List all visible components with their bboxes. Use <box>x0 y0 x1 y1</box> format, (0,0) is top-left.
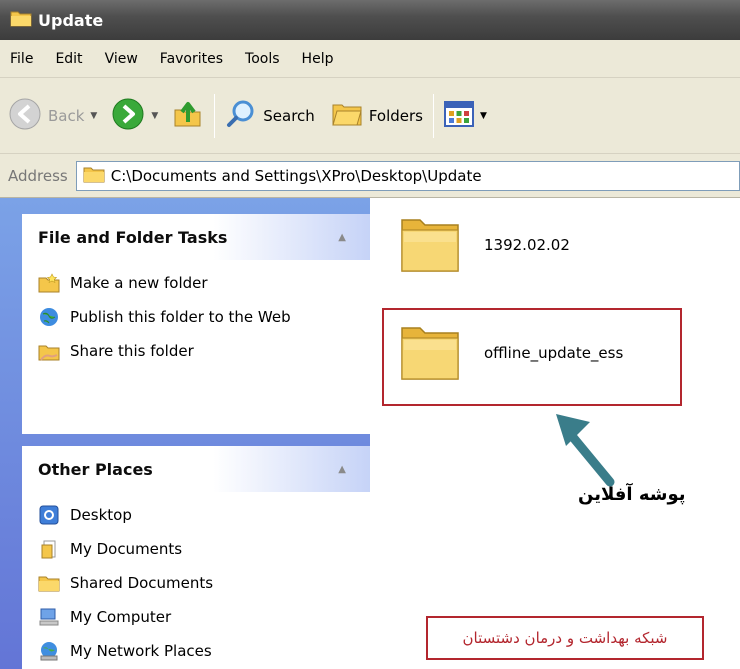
window-title: Update <box>38 10 104 30</box>
share-folder-icon <box>38 340 60 362</box>
folder-item[interactable]: 1392.02.02 <box>398 210 570 280</box>
folder-icon <box>83 165 105 187</box>
menu-help[interactable]: Help <box>302 51 334 67</box>
back-label: Back <box>48 106 85 125</box>
address-label: Address <box>8 166 68 185</box>
folders-icon <box>331 99 363 133</box>
folder-icon <box>10 9 32 31</box>
address-field[interactable]: C:\Documents and Settings\XPro\Desktop\U… <box>75 160 740 191</box>
title-bar[interactable]: Update <box>0 0 740 40</box>
task-label: Publish this folder to the Web <box>70 308 291 326</box>
network-places-icon <box>38 640 60 662</box>
search-label: Search <box>263 106 315 125</box>
my-computer-icon <box>38 606 60 628</box>
toolbar-divider <box>214 93 216 138</box>
search-icon <box>225 98 257 134</box>
publish-web-icon <box>38 306 60 328</box>
forward-button[interactable]: ▼ <box>111 97 158 135</box>
task-share-folder[interactable]: Share this folder <box>38 334 370 368</box>
place-desktop[interactable]: Desktop <box>38 498 370 532</box>
panel-title: Other Places <box>38 459 153 479</box>
address-value: C:\Documents and Settings\XPro\Desktop\U… <box>110 166 482 185</box>
place-label: Desktop <box>70 506 132 524</box>
task-label: Make a new folder <box>70 274 208 292</box>
file-folder-tasks-panel: File and Folder Tasks ▲ Make a new folde… <box>22 214 370 434</box>
folder-name: 1392.02.02 <box>484 236 570 254</box>
menu-view[interactable]: View <box>105 51 138 67</box>
panel-header[interactable]: Other Places ▲ <box>22 446 370 492</box>
menu-bar: File Edit View Favorites Tools Help <box>0 40 740 78</box>
panel-header[interactable]: File and Folder Tasks ▲ <box>22 214 370 260</box>
place-label: My Computer <box>70 608 172 626</box>
annotation-label: پوشه آفلاین <box>578 484 686 505</box>
task-label: Share this folder <box>70 342 194 360</box>
file-list[interactable]: 1392.02.02 offline_update_ess پوشه آفلای… <box>370 198 740 669</box>
menu-file[interactable]: File <box>10 51 33 67</box>
other-places-panel: Other Places ▲ Desktop My Documents Shar… <box>22 446 370 669</box>
address-bar: Address C:\Documents and Settings\XPro\D… <box>0 154 740 198</box>
collapse-icon[interactable]: ▲ <box>338 232 346 243</box>
search-button[interactable]: Search <box>225 98 315 134</box>
desktop-icon <box>38 504 60 526</box>
place-my-documents[interactable]: My Documents <box>38 532 370 566</box>
up-folder-button[interactable] <box>172 98 204 134</box>
folder-icon <box>398 210 462 280</box>
new-folder-icon <box>38 272 60 294</box>
place-label: Shared Documents <box>70 574 214 592</box>
chevron-down-icon[interactable]: ▼ <box>90 111 97 121</box>
place-network[interactable]: My Network Places <box>38 634 370 668</box>
chevron-down-icon[interactable]: ▼ <box>151 111 158 121</box>
back-arrow-icon <box>8 97 42 135</box>
arrow-icon <box>550 408 620 492</box>
menu-edit[interactable]: Edit <box>55 51 82 67</box>
menu-favorites[interactable]: Favorites <box>160 51 223 67</box>
toolbar: Back ▼ ▼ Search Folders ▼ <box>0 78 740 154</box>
credit-box: شبکه بهداشت و درمان دشتستان <box>426 616 704 660</box>
shared-documents-icon <box>38 572 60 594</box>
highlight-box <box>382 308 682 406</box>
up-folder-icon <box>172 98 204 134</box>
collapse-icon[interactable]: ▲ <box>338 464 346 475</box>
task-pane: File and Folder Tasks ▲ Make a new folde… <box>0 198 370 669</box>
place-label: My Network Places <box>70 642 212 660</box>
forward-arrow-icon <box>111 97 145 135</box>
folders-button[interactable]: Folders <box>331 99 423 133</box>
task-make-new-folder[interactable]: Make a new folder <box>38 266 370 300</box>
panel-title: File and Folder Tasks <box>38 227 228 247</box>
menu-tools[interactable]: Tools <box>245 51 280 67</box>
place-label: My Documents <box>70 540 183 558</box>
toolbar-divider <box>432 93 434 138</box>
place-my-computer[interactable]: My Computer <box>38 600 370 634</box>
place-shared-documents[interactable]: Shared Documents <box>38 566 370 600</box>
chevron-down-icon[interactable]: ▼ <box>480 111 487 121</box>
my-documents-icon <box>38 538 60 560</box>
views-button[interactable]: ▼ <box>443 100 487 131</box>
folders-label: Folders <box>368 106 423 125</box>
task-publish-web[interactable]: Publish this folder to the Web <box>38 300 370 334</box>
views-icon <box>443 100 474 131</box>
back-button[interactable]: Back ▼ <box>8 97 97 135</box>
